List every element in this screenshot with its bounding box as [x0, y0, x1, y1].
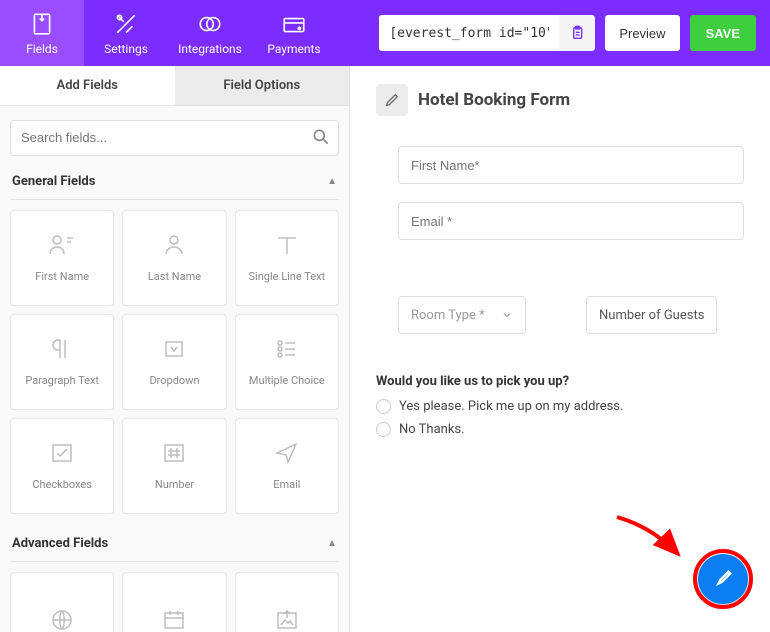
- globe-icon: [49, 607, 75, 632]
- field-date[interactable]: [122, 572, 226, 632]
- search-icon: [311, 127, 331, 147]
- pickup-option-label: No Thanks.: [399, 422, 465, 437]
- field-label: Email: [273, 478, 300, 491]
- field-label: Number: [155, 478, 194, 491]
- pickup-option-label: Yes please. Pick me up on my address.: [399, 399, 623, 414]
- room-type-label: Room Type *: [411, 308, 485, 323]
- edit-title-button[interactable]: [376, 84, 408, 116]
- image-upload-icon: [274, 607, 300, 632]
- field-multiple-choice[interactable]: Multiple Choice: [235, 314, 339, 410]
- section-general-header[interactable]: General Fields ▲: [10, 170, 339, 200]
- general-field-grid: First Name Last Name Single Line Text Pa…: [10, 210, 339, 514]
- fields-icon: [29, 11, 55, 37]
- field-label: Multiple Choice: [249, 374, 325, 387]
- radio-icon: [376, 399, 391, 414]
- settings-icon: [113, 11, 139, 37]
- shortcode-box: [379, 15, 595, 51]
- field-row-email[interactable]: [398, 202, 744, 240]
- list-radio-icon: [274, 336, 300, 362]
- guests-label: Number of Guests: [599, 308, 704, 323]
- field-label: Single Line Text: [249, 270, 326, 283]
- radio-icon: [376, 422, 391, 437]
- first-name-input[interactable]: [398, 146, 744, 184]
- search-wrap: [10, 120, 339, 156]
- tab-payments[interactable]: Payments: [252, 0, 336, 66]
- section-general-title: General Fields: [12, 174, 95, 189]
- calendar-icon: [161, 607, 187, 632]
- form-title-row: Hotel Booking Form: [376, 84, 744, 116]
- guests-field[interactable]: Number of Guests: [586, 296, 717, 334]
- user-icon: [161, 232, 187, 258]
- field-first-name[interactable]: First Name: [10, 210, 114, 306]
- sidebar-tab-add-fields[interactable]: Add Fields: [0, 66, 175, 106]
- style-fab[interactable]: [698, 554, 748, 604]
- field-number[interactable]: Number: [122, 418, 226, 514]
- room-type-select[interactable]: Room Type *: [398, 296, 526, 334]
- field-last-name[interactable]: Last Name: [122, 210, 226, 306]
- preview-button[interactable]: Preview: [605, 15, 679, 51]
- copy-shortcode-button[interactable]: [559, 15, 595, 51]
- search-input[interactable]: [10, 120, 339, 156]
- pickup-question: Would you like us to pick you up?: [376, 374, 744, 389]
- hash-icon: [161, 440, 187, 466]
- integrations-icon: [197, 11, 223, 37]
- field-row-room-guests: Room Type * Number of Guests: [398, 296, 744, 334]
- sidebar-tab-field-options[interactable]: Field Options: [175, 66, 350, 106]
- pickup-option-yes[interactable]: Yes please. Pick me up on my address.: [376, 399, 744, 414]
- chevron-down-icon: [501, 309, 513, 321]
- clipboard-icon: [569, 25, 585, 41]
- brush-icon: [712, 568, 734, 590]
- field-dropdown[interactable]: Dropdown: [122, 314, 226, 410]
- shortcode-input[interactable]: [379, 15, 559, 51]
- field-email[interactable]: Email: [235, 418, 339, 514]
- main: Add Fields Field Options General Fields …: [0, 66, 770, 632]
- save-button[interactable]: SAVE: [690, 15, 756, 51]
- field-label: Dropdown: [149, 374, 199, 387]
- sidebar: Add Fields Field Options General Fields …: [0, 66, 350, 632]
- advanced-field-grid: [10, 572, 339, 632]
- caret-up-icon: ▲: [327, 176, 337, 187]
- tab-integrations-label: Integrations: [178, 42, 242, 56]
- field-label: First Name: [35, 270, 89, 283]
- field-label: Checkboxes: [32, 478, 92, 491]
- sidebar-tabs: Add Fields Field Options: [0, 66, 349, 106]
- paragraph-icon: [49, 336, 75, 362]
- form-preview: Hotel Booking Form Room Type * Number of…: [350, 66, 770, 632]
- field-paragraph-text[interactable]: Paragraph Text: [10, 314, 114, 410]
- email-input[interactable]: [398, 202, 744, 240]
- field-single-line-text[interactable]: Single Line Text: [235, 210, 339, 306]
- tab-settings[interactable]: Settings: [84, 0, 168, 66]
- field-website[interactable]: [10, 572, 114, 632]
- section-advanced-title: Advanced Fields: [12, 536, 108, 551]
- field-label: Last Name: [148, 270, 201, 283]
- tab-integrations[interactable]: Integrations: [168, 0, 252, 66]
- field-label: Paragraph Text: [25, 374, 99, 387]
- tab-payments-label: Payments: [267, 42, 320, 56]
- dropdown-icon: [161, 336, 187, 362]
- send-icon: [274, 440, 300, 466]
- form-title: Hotel Booking Form: [418, 90, 570, 110]
- field-row-first-name[interactable]: [398, 146, 744, 184]
- topbar: Fields Settings Integrations Payments Pr…: [0, 0, 770, 66]
- caret-up-icon: ▲: [327, 538, 337, 549]
- field-checkboxes[interactable]: Checkboxes: [10, 418, 114, 514]
- tab-settings-label: Settings: [104, 42, 148, 56]
- section-advanced-header[interactable]: Advanced Fields ▲: [10, 532, 339, 562]
- payments-icon: [281, 11, 307, 37]
- field-image-upload[interactable]: [235, 572, 339, 632]
- text-icon: [272, 232, 302, 258]
- pickup-option-no[interactable]: No Thanks.: [376, 422, 744, 437]
- sidebar-body: General Fields ▲ First Name Last Name Si…: [0, 106, 349, 632]
- checkbox-icon: [49, 440, 75, 466]
- tab-fields-label: Fields: [26, 42, 58, 56]
- pencil-icon: [384, 92, 400, 108]
- user-icon: [47, 232, 77, 258]
- tab-fields[interactable]: Fields: [0, 0, 84, 66]
